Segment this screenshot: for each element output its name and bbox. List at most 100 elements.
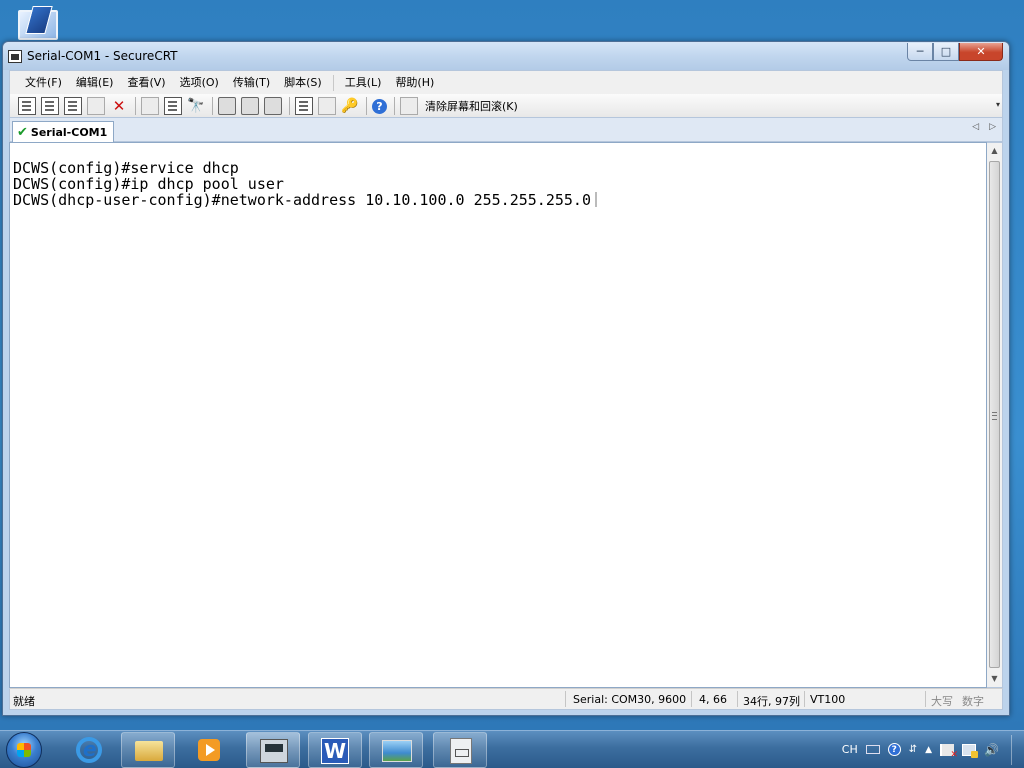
image-viewer-icon[interactable] — [369, 732, 423, 768]
ie-icon[interactable] — [64, 732, 118, 768]
status-bar: 就绪 Serial: COM30, 9600 4, 66 34行, 97列 VT… — [9, 688, 1003, 710]
scroll-down-icon[interactable]: ▼ — [987, 671, 1002, 687]
maximize-button[interactable]: □ — [933, 43, 959, 61]
action-center-icon[interactable] — [940, 743, 958, 760]
print-selection-icon[interactable] — [241, 96, 259, 115]
tab-prev-icon[interactable]: ◁ — [972, 122, 979, 132]
find-icon[interactable]: 🔭 — [187, 97, 205, 115]
terminal-screen[interactable]: DCWS(config)#service dhcp DCWS(config)#i… — [9, 142, 987, 688]
status-cursor-position: 4, 66 — [699, 693, 727, 706]
securecrt-glyph — [260, 739, 288, 763]
status-separator — [565, 691, 566, 707]
toolbar-separator — [212, 96, 213, 115]
scroll-grip-icon — [992, 412, 997, 420]
media-glyph — [198, 739, 220, 761]
terminal-cursor — [594, 192, 597, 207]
title-bar[interactable]: Serial-COM1 - SecureCRT ─ □ ✕ — [3, 42, 1009, 70]
tab-navigation: ◁ ▷ — [972, 122, 996, 132]
tab-label: Serial-COM1 — [30, 125, 108, 139]
menu-bar: 文件(F) 编辑(E) 查看(V) 选项(O) 传输(T) 脚本(S) 工具(L… — [9, 70, 1003, 94]
menu-transfer[interactable]: 传输(T) — [226, 72, 277, 94]
window-controls: ─ □ ✕ — [907, 43, 1003, 62]
window-title: Serial-COM1 - SecureCRT — [27, 49, 178, 63]
reconnect-icon[interactable] — [87, 96, 105, 115]
status-caps-lock: 大写 — [931, 695, 953, 708]
securecrt-window: Serial-COM1 - SecureCRT ─ □ ✕ 文件(F) 编辑(E… — [2, 41, 1010, 716]
system-tray: CH ? ⇵ ▲ 🔊 — [838, 731, 1024, 768]
menu-options[interactable]: 选项(O) — [173, 72, 226, 94]
tray-help-icon[interactable]: ? — [887, 743, 901, 756]
computer-icon[interactable] — [14, 8, 60, 44]
menu-view[interactable]: 查看(V) — [120, 72, 172, 94]
folder-icon[interactable] — [121, 732, 175, 768]
toolbar-overflow-icon[interactable]: ▾ — [996, 100, 1000, 109]
status-serial: Serial: COM30, 9600 — [573, 693, 687, 706]
connect-in-tab-icon[interactable] — [64, 96, 82, 115]
menu-script[interactable]: 脚本(S) — [277, 72, 329, 94]
menu-separator — [332, 74, 334, 91]
clear-screen-icon[interactable] — [400, 96, 418, 115]
status-terminal-size: 34行, 97列 — [743, 695, 800, 708]
media-player-icon[interactable] — [183, 732, 237, 768]
status-emulation: VT100 — [810, 693, 846, 706]
minimize-button[interactable]: ─ — [907, 43, 933, 61]
menu-edit[interactable]: 编辑(E) — [69, 72, 121, 94]
clear-screen-button[interactable]: 清除屏幕和回滚(K) — [425, 98, 518, 114]
toolbar-separator — [366, 96, 367, 115]
start-icon[interactable] — [6, 732, 42, 768]
status-separator — [691, 691, 692, 707]
menu-help[interactable]: 帮助(H) — [388, 72, 441, 94]
status-separator — [737, 691, 738, 707]
terminal-line-current: DCWS(dhcp-user-config)#network-address 1… — [10, 192, 597, 208]
status-ready: 就绪 — [13, 695, 35, 708]
status-separator — [804, 691, 805, 707]
tray-ime-icon[interactable]: ⇵ — [909, 744, 917, 755]
print-icon[interactable] — [218, 96, 236, 115]
toolbar-separator — [394, 96, 395, 115]
status-num-lock: 数字 — [962, 695, 984, 708]
status-separator — [925, 691, 926, 707]
global-options-icon[interactable] — [318, 96, 336, 115]
toolbar-separator — [289, 96, 290, 115]
session-options-icon[interactable] — [295, 96, 313, 115]
tab-serial-com1[interactable]: ✔ Serial-COM1 — [12, 121, 115, 142]
securecrt-icon[interactable] — [246, 732, 300, 768]
help-icon[interactable]: ? — [372, 98, 387, 114]
disconnect-icon[interactable]: ✕ — [110, 97, 128, 115]
terminal-line: DCWS(config)#ip dhcp pool user — [13, 175, 284, 193]
connect-icon[interactable] — [18, 96, 36, 115]
toolbar-separator — [135, 96, 136, 115]
quick-connect-icon[interactable] — [41, 96, 59, 115]
tab-next-icon[interactable]: ▷ — [989, 122, 996, 132]
close-button[interactable]: ✕ — [959, 43, 1003, 61]
copy-icon[interactable] — [141, 96, 159, 115]
session-tab-bar: ✔ Serial-COM1 ◁ ▷ — [9, 118, 1003, 142]
ie-glyph — [76, 737, 102, 763]
image-glyph — [382, 740, 412, 762]
word-icon[interactable]: W — [308, 732, 362, 768]
word-glyph: W — [321, 738, 349, 764]
folder-glyph — [135, 741, 163, 761]
keyboard-icon[interactable] — [865, 745, 880, 754]
scroll-thumb[interactable] — [989, 161, 1000, 668]
show-hidden-icons-icon[interactable]: ▲ — [925, 745, 932, 755]
app-icon[interactable] — [8, 50, 22, 63]
language-indicator[interactable]: CH — [842, 743, 858, 756]
toolbar: ✕ 🔭 🔑 ? 清除屏幕和回滚(K) ▾ — [9, 94, 1003, 118]
taskbar: W CH ? ⇵ ▲ 🔊 — [0, 730, 1024, 768]
menu-file[interactable]: 文件(F) — [18, 72, 69, 94]
terminal-output: DCWS(config)#service dhcp DCWS(config)#i… — [10, 160, 597, 208]
vertical-scrollbar[interactable]: ▲ ▼ — [987, 142, 1003, 688]
network-icon[interactable] — [962, 743, 979, 758]
show-desktop-button[interactable] — [1012, 731, 1024, 768]
key-icon[interactable]: 🔑 — [341, 97, 359, 115]
document-glyph — [450, 738, 472, 764]
paste-icon[interactable] — [164, 96, 182, 115]
volume-icon[interactable]: 🔊 — [984, 743, 999, 757]
scroll-up-icon[interactable]: ▲ — [987, 143, 1002, 159]
menu-tools[interactable]: 工具(L) — [338, 72, 389, 94]
check-icon: ✔ — [17, 124, 28, 140]
document-icon[interactable] — [433, 732, 487, 768]
terminal-line: DCWS(config)#service dhcp — [13, 159, 239, 177]
print-setup-icon[interactable] — [264, 96, 282, 115]
